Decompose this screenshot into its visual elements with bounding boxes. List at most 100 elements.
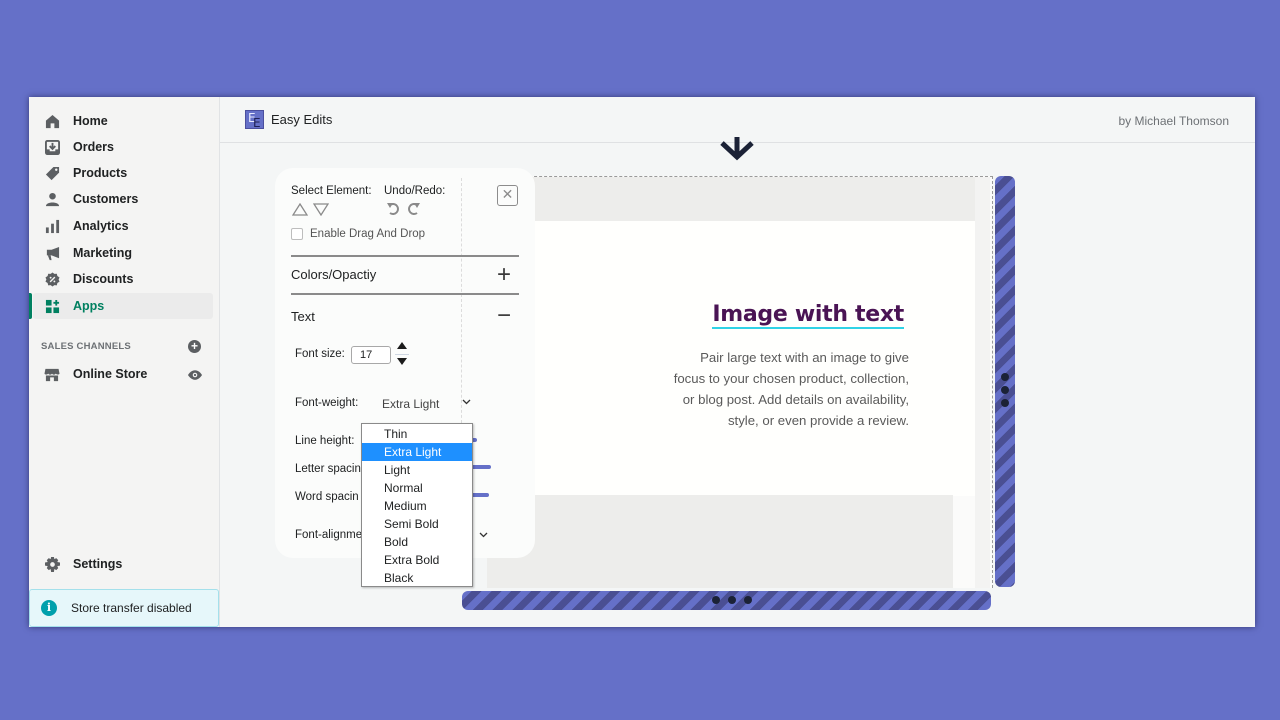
preview-paragraph[interactable]: Pair large text with an image to give fo… <box>669 347 909 431</box>
gear-icon <box>44 556 60 572</box>
handle-dot <box>1001 373 1009 381</box>
chevron-down-icon[interactable] <box>479 532 488 538</box>
sidebar-item-customers[interactable]: Customers <box>29 186 214 212</box>
store-icon <box>44 366 60 382</box>
sidebar-item-analytics[interactable]: Analytics <box>29 213 214 239</box>
section-divider <box>291 293 519 295</box>
sidebar-item-discounts[interactable]: Discounts <box>29 266 214 292</box>
font-weight-option[interactable]: Thin <box>362 425 472 443</box>
tag-icon <box>44 165 60 181</box>
font-size-stepper[interactable] <box>395 340 409 368</box>
word-spacing-label: Word spacin <box>295 491 359 503</box>
app-title: Easy Edits <box>271 112 333 127</box>
font-weight-label: Font-weight: <box>295 397 359 409</box>
font-weight-option[interactable]: Extra Bold <box>362 551 472 569</box>
font-weight-option[interactable]: Extra Light <box>362 443 472 461</box>
undo-redo-label: Undo/Redo: <box>384 185 446 197</box>
sidebar-item-label: Settings <box>73 557 123 571</box>
decrement-icon[interactable] <box>397 358 407 365</box>
preview-heading-text: Image with text <box>712 302 904 329</box>
preview-scrollbar-track[interactable] <box>975 177 990 588</box>
sidebar-item-label: Discounts <box>73 272 134 286</box>
sidebar: Home Orders Products Customers Analytics <box>29 97 220 627</box>
sales-channels-heading: SALES CHANNELS <box>41 341 131 352</box>
eye-icon[interactable] <box>188 367 202 385</box>
store-transfer-text: Store transfer disabled <box>71 601 192 615</box>
font-weight-select[interactable]: Extra Light <box>382 397 439 411</box>
sidebar-item-orders[interactable]: Orders <box>29 134 214 160</box>
font-weight-option[interactable]: Medium <box>362 497 472 515</box>
sidebar-item-marketing[interactable]: Marketing <box>29 240 214 266</box>
vertical-resize-handle[interactable] <box>995 176 1015 587</box>
handle-dot <box>712 596 720 604</box>
collapse-text-icon[interactable]: − <box>497 304 511 328</box>
font-alignment-label: Font-alignme <box>295 529 363 541</box>
sidebar-item-online-store[interactable]: Online Store <box>29 361 214 387</box>
preview-heading[interactable]: Image with text <box>709 302 904 329</box>
text-section-header[interactable]: Text <box>291 309 315 324</box>
apps-icon <box>44 298 60 314</box>
sidebar-item-label: Analytics <box>73 219 129 233</box>
close-panel-button[interactable]: ✕ <box>497 185 518 206</box>
undo-icon[interactable] <box>387 202 401 216</box>
section-divider <box>291 255 519 257</box>
word-spacing-slider[interactable] <box>471 493 489 497</box>
sidebar-item-label: Customers <box>73 192 139 206</box>
person-icon <box>44 191 60 207</box>
letter-spacing-label: Letter spacin <box>295 463 361 475</box>
stepper-divider <box>395 354 409 355</box>
sidebar-item-products[interactable]: Products <box>29 160 214 186</box>
logo-letter: E <box>253 116 261 130</box>
home-icon <box>44 113 60 129</box>
app-author: by Michael Thomson <box>1118 114 1230 128</box>
active-indicator <box>29 293 32 319</box>
select-element-label: Select Element: <box>291 185 372 197</box>
sidebar-item-label: Products <box>73 166 128 180</box>
font-weight-option[interactable]: Black <box>362 569 472 587</box>
redo-icon[interactable] <box>406 202 420 216</box>
info-icon: i <box>41 600 57 616</box>
line-height-label: Line height: <box>295 435 355 447</box>
font-weight-option[interactable]: Normal <box>362 479 472 497</box>
discount-icon <box>44 271 60 287</box>
font-weight-option[interactable]: Semi Bold <box>362 515 472 533</box>
sidebar-item-label: Apps <box>73 299 105 313</box>
drag-drop-checkbox[interactable] <box>291 228 303 240</box>
chevron-down-icon[interactable] <box>462 399 471 405</box>
arrow-down-icon <box>720 137 754 161</box>
easy-edits-logo-icon: E E <box>245 110 264 129</box>
add-sales-channel-icon[interactable]: + <box>188 340 201 353</box>
select-next-icon[interactable] <box>313 203 329 216</box>
sidebar-item-apps[interactable]: Apps <box>33 293 213 319</box>
select-previous-icon[interactable] <box>292 203 308 216</box>
expand-colors-icon[interactable]: + <box>497 263 511 287</box>
handle-dot <box>1001 386 1009 394</box>
preview-top-band <box>489 177 975 221</box>
colors-section-header[interactable]: Colors/Opactiy <box>291 267 376 282</box>
sidebar-item-label: Online Store <box>73 367 148 381</box>
handle-dot <box>1001 399 1009 407</box>
megaphone-icon <box>44 245 60 261</box>
sidebar-item-label: Orders <box>73 140 114 154</box>
font-size-input[interactable]: 17 <box>351 346 391 364</box>
store-transfer-banner: i Store transfer disabled <box>29 589 219 627</box>
font-weight-dropdown[interactable]: Thin Extra Light Light Normal Medium Semi Bol… <box>361 423 473 587</box>
sidebar-item-home[interactable]: Home <box>29 108 214 134</box>
drag-drop-label: Enable Drag And Drop <box>310 228 426 240</box>
font-weight-option[interactable]: Bold <box>362 533 472 551</box>
handle-dot <box>728 596 736 604</box>
font-size-label: Font size: <box>295 348 345 360</box>
sidebar-item-label: Marketing <box>73 246 133 260</box>
handle-dot <box>744 596 752 604</box>
increment-icon[interactable] <box>397 342 407 349</box>
preview-image-placeholder <box>487 495 953 588</box>
letter-spacing-slider[interactable] <box>471 465 491 469</box>
font-weight-option[interactable]: Light <box>362 461 472 479</box>
panel-guide-line <box>461 178 462 428</box>
bar-chart-icon <box>44 218 60 234</box>
sidebar-item-label: Home <box>73 114 108 128</box>
horizontal-resize-handle[interactable] <box>462 591 991 610</box>
app-window: Home Orders Products Customers Analytics <box>29 97 1255 627</box>
sidebar-item-settings[interactable]: Settings <box>29 551 214 577</box>
orders-icon <box>44 139 60 155</box>
